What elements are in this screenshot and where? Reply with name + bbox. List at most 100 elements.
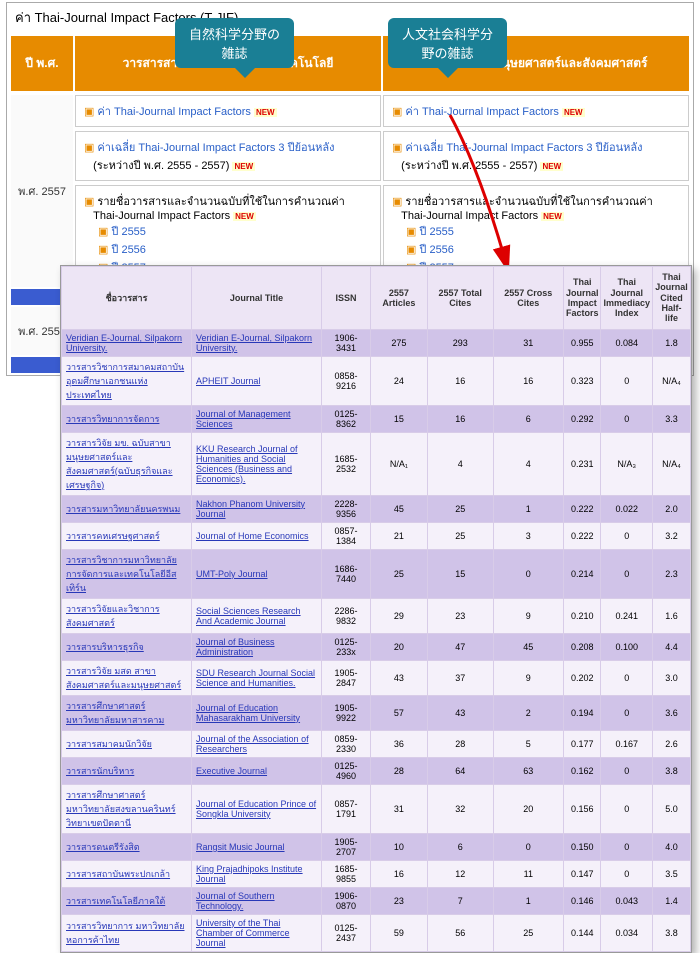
journal-name-th[interactable]: วารสารศึกษาศาสตร์ มหาวิทยาลัยมหาสารคาม: [62, 695, 192, 730]
journal-link[interactable]: วารสารวิจัย มข. ฉบับสาขามนุษยศาสตร์และสั…: [66, 438, 173, 490]
journal-name-th[interactable]: Veridian E-Journal, Silpakorn University…: [62, 329, 192, 356]
data-cell: 0125-4960: [322, 757, 371, 784]
journal-link[interactable]: Journal of the Association of Researcher…: [196, 734, 309, 754]
journal-link[interactable]: วารสารบริหารธุรกิจ: [66, 642, 144, 652]
journal-link[interactable]: University of the Thai Chamber of Commer…: [196, 918, 290, 948]
journal-name-en[interactable]: University of the Thai Chamber of Commer…: [192, 914, 322, 951]
new-tag: NEW: [562, 108, 585, 117]
journal-name-en[interactable]: Journal of Education Mahasarakham Univer…: [192, 695, 322, 730]
journal-name-en[interactable]: Journal of Education Prince of Songkla U…: [192, 784, 322, 833]
journal-link[interactable]: SDU Research Journal Social Science and …: [196, 668, 315, 688]
data-cell: 0.084: [601, 329, 653, 356]
journal-name-en[interactable]: Journal of Management Sciences: [192, 405, 322, 432]
journal-link[interactable]: วารสารสมาคมนักวิจัย: [66, 739, 152, 749]
journal-name-en[interactable]: Executive Journal: [192, 757, 322, 784]
journal-link[interactable]: Veridian E-Journal, Silpakorn University…: [196, 333, 312, 353]
year-link-2555[interactable]: ปี 2555: [111, 226, 146, 238]
journal-link[interactable]: Journal of Business Administration: [196, 637, 275, 657]
journal-link[interactable]: วารสารนักบริหาร: [66, 766, 134, 776]
journal-name-th[interactable]: วารสารวิจัย มข. ฉบับสาขามนุษยศาสตร์และสั…: [62, 432, 192, 495]
data-cell: 6: [493, 405, 563, 432]
journal-link[interactable]: วารสารศึกษาศาสตร์ มหาวิทยาลัยมหาสารคาม: [66, 701, 164, 725]
col-header[interactable]: ThaiJournalCitedHalf-life: [653, 267, 691, 330]
journal-name-en[interactable]: APHEIT Journal: [192, 356, 322, 405]
journal-name-en[interactable]: Nakhon Phanom University Journal: [192, 495, 322, 522]
journal-name-en[interactable]: Journal of Business Administration: [192, 633, 322, 660]
journal-link[interactable]: วารสารวิชาการสมาคมสถาบันอุดมศึกษาเอกชนแห…: [66, 362, 184, 400]
col-header[interactable]: ISSN: [322, 267, 371, 330]
journal-link[interactable]: UMT-Poly Journal: [196, 569, 268, 579]
data-cell: 56: [427, 914, 493, 951]
journal-link[interactable]: วารสารศึกษาศาสตร์ มหาวิทยาลัยสงขลานครินท…: [66, 790, 176, 828]
data-cell: 0125-8362: [322, 405, 371, 432]
journal-link[interactable]: วารสารวิทยาการจัดการ: [66, 414, 159, 424]
journal-link[interactable]: KKU Research Journal of Humanities and S…: [196, 444, 298, 484]
journal-name-en[interactable]: Rangsit Music Journal: [192, 833, 322, 860]
avg-link[interactable]: ค่าเฉลี่ย Thai-Journal Impact Factors 3 …: [97, 142, 334, 154]
avg-range: (ระหว่างปี พ.ศ. 2555 - 2557): [93, 160, 229, 172]
journal-name-en[interactable]: KKU Research Journal of Humanities and S…: [192, 432, 322, 495]
col-header[interactable]: ชื่อวารสาร: [62, 267, 192, 330]
journal-name-th[interactable]: วารสารเทคโนโลยีภาคใต้: [62, 887, 192, 914]
journal-name-th[interactable]: วารสารนักบริหาร: [62, 757, 192, 784]
journal-link[interactable]: วารสารมหาวิทยาลัยนครพนม: [66, 504, 180, 514]
col-header[interactable]: 2557 Cross Cites: [493, 267, 563, 330]
journal-name-th[interactable]: วารสารบริหารธุรกิจ: [62, 633, 192, 660]
journal-link[interactable]: Journal of Home Economics: [196, 531, 309, 541]
journal-name-en[interactable]: Journal of the Association of Researcher…: [192, 730, 322, 757]
jif-link[interactable]: ค่า Thai-Journal Impact Factors: [97, 106, 251, 118]
journal-link[interactable]: วารสารวิจัยและวิชาการสังคมศาสตร์: [66, 604, 160, 628]
journal-name-th[interactable]: วารสารศึกษาศาสตร์ มหาวิทยาลัยสงขลานครินท…: [62, 784, 192, 833]
journal-name-th[interactable]: วารสารคหเศรษฐศาสตร์: [62, 522, 192, 549]
data-cell: 1905-2707: [322, 833, 371, 860]
journal-name-en[interactable]: Journal of Southern Technology.: [192, 887, 322, 914]
data-cell: 20: [370, 633, 427, 660]
col-header[interactable]: ThaiJournalImmediacyIndex: [601, 267, 653, 330]
col-header[interactable]: ThaiJournalImpactFactors: [563, 267, 601, 330]
journal-link[interactable]: วารสารเทคโนโลยีภาคใต้: [66, 896, 165, 906]
col-header[interactable]: 2557 Total Cites: [427, 267, 493, 330]
journal-name-en[interactable]: King Prajadhipoks Institute Journal: [192, 860, 322, 887]
journal-name-th[interactable]: วารสารสถาบันพระปกเกล้า: [62, 860, 192, 887]
journal-link[interactable]: Journal of Southern Technology.: [196, 891, 275, 911]
journal-link[interactable]: วารสารดนตรีรังสิต: [66, 842, 140, 852]
journal-link[interactable]: วารสารวิจัย มสด สาขาสังคมศาสตร์และมนุษยศ…: [66, 666, 181, 690]
journal-name-th[interactable]: วารสารวิทยาการ มหาวิทยาลัยหอการค้าไทย: [62, 914, 192, 951]
journal-link[interactable]: Journal of Management Sciences: [196, 409, 291, 429]
journal-name-th[interactable]: วารสารวิชาการมหาวิทยาลัยการจัดการและเทคโ…: [62, 549, 192, 598]
journal-link[interactable]: Rangsit Music Journal: [196, 842, 285, 852]
journal-link[interactable]: วารสารคหเศรษฐศาสตร์: [66, 531, 160, 541]
data-cell: 0.222: [563, 495, 601, 522]
journal-name-th[interactable]: วารสารวิทยาการจัดการ: [62, 405, 192, 432]
journal-name-en[interactable]: Veridian E-Journal, Silpakorn University…: [192, 329, 322, 356]
year-link-2556[interactable]: ปี 2556: [111, 244, 146, 256]
journal-link[interactable]: วารสารสถาบันพระปกเกล้า: [66, 869, 170, 879]
journal-name-en[interactable]: UMT-Poly Journal: [192, 549, 322, 598]
journal-link[interactable]: King Prajadhipoks Institute Journal: [196, 864, 303, 884]
journal-link[interactable]: APHEIT Journal: [196, 376, 260, 386]
journal-link[interactable]: Nakhon Phanom University Journal: [196, 499, 305, 519]
journal-name-th[interactable]: วารสารดนตรีรังสิต: [62, 833, 192, 860]
journal-link[interactable]: Journal of Education Mahasarakham Univer…: [196, 703, 300, 723]
journal-link[interactable]: Journal of Education Prince of Songkla U…: [196, 799, 316, 819]
journal-name-en[interactable]: Social Sciences Research And Academic Jo…: [192, 598, 322, 633]
data-cell: 63: [493, 757, 563, 784]
journal-link[interactable]: Social Sciences Research And Academic Jo…: [196, 606, 301, 626]
col-header[interactable]: 2557 Articles: [370, 267, 427, 330]
journal-name-en[interactable]: Journal of Home Economics: [192, 522, 322, 549]
journal-name-th[interactable]: วารสารสมาคมนักวิจัย: [62, 730, 192, 757]
col-header[interactable]: Journal Title: [192, 267, 322, 330]
journal-link[interactable]: Veridian E-Journal, Silpakorn University…: [66, 333, 182, 353]
journal-name-th[interactable]: วารสารมหาวิทยาลัยนครพนม: [62, 495, 192, 522]
journal-link[interactable]: วารสารวิทยาการ มหาวิทยาลัยหอการค้าไทย: [66, 921, 185, 945]
journal-name-en[interactable]: SDU Research Journal Social Science and …: [192, 660, 322, 695]
data-cell: 0: [493, 833, 563, 860]
data-cell: 1686-7440: [322, 549, 371, 598]
journal-name-th[interactable]: วารสารวิจัยและวิชาการสังคมศาสตร์: [62, 598, 192, 633]
journal-link[interactable]: วารสารวิชาการมหาวิทยาลัยการจัดการและเทคโ…: [66, 555, 177, 593]
journal-name-th[interactable]: วารสารวิจัย มสด สาขาสังคมศาสตร์และมนุษยศ…: [62, 660, 192, 695]
bullet-icon: ▣: [98, 226, 108, 238]
journal-name-th[interactable]: วารสารวิชาการสมาคมสถาบันอุดมศึกษาเอกชนแห…: [62, 356, 192, 405]
journal-link[interactable]: Executive Journal: [196, 766, 267, 776]
table-row: วารสารวิทยาการ มหาวิทยาลัยหอการค้าไทย Uni…: [62, 914, 691, 951]
